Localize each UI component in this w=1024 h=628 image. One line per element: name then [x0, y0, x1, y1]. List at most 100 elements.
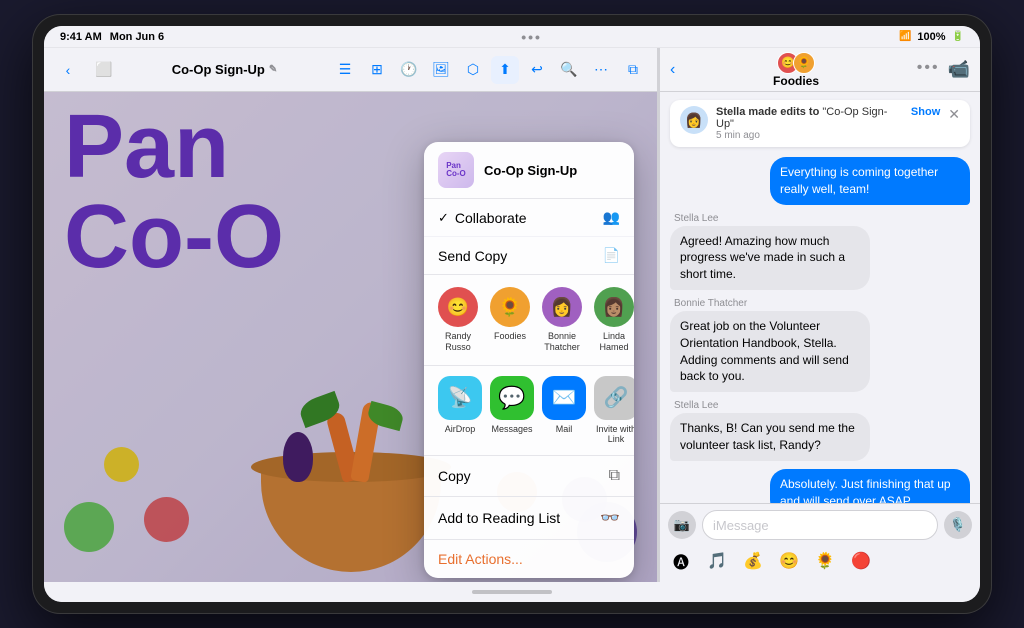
music-icon[interactable]: 🎵 [704, 548, 730, 574]
reading-list-label: Add to Reading List [438, 510, 560, 526]
mail-method[interactable]: ✉️ Mail [542, 376, 586, 446]
avatar-bonnie-circle: 👩 [542, 287, 582, 327]
status-date: Mon Jun 6 [110, 31, 164, 43]
more-icon[interactable]: ⋯ [587, 56, 615, 84]
battery-text: 100% [917, 31, 945, 43]
status-time: 9:41 AM [60, 31, 102, 43]
messages-content[interactable]: 👩 Stella made edits to "Co-Op Sign-Up" 5… [660, 92, 980, 503]
edit-actions[interactable]: Edit Actions... [424, 540, 634, 578]
msg-sender-2: Stella Lee [670, 213, 722, 224]
popup-header: PanCo-O Co-Op Sign-Up [424, 142, 634, 199]
msg-sender-3: Bonnie Thatcher [670, 298, 751, 309]
messages-method[interactable]: 💬 Messages [490, 376, 534, 446]
messages-toolbar: ‹ 😊 🌻 Foodies ••• 📹 [660, 48, 980, 92]
image-icon[interactable]: 🖼 [427, 56, 455, 84]
back-button[interactable]: ‹ [54, 56, 82, 84]
doc-title-toolbar: Co-Op Sign-Up ✎ [126, 62, 323, 77]
message-placeholder: iMessage [713, 518, 769, 533]
toolbar-icons: ☰ ⊞ 🕐 🖼 ⬡ ⬆ ↩ 🔍 ⋯ ⧉ [331, 56, 647, 84]
search-icon[interactable]: 🔍 [555, 56, 583, 84]
battery-icon: 🔋 [952, 31, 964, 42]
mic-button[interactable]: 🎙️ [944, 511, 972, 539]
sidebar-icon[interactable]: ⧉ [619, 56, 647, 84]
link-icon: 🔗 [594, 376, 634, 420]
avatars-row: 😊 Randy Russo 🌻 Foodies 👩 Bonnie Thatche… [424, 275, 634, 366]
edited-badge: ✎ [269, 64, 277, 75]
msg-bubble-2: Agreed! Amazing how much progress we've … [670, 226, 870, 290]
share-methods: 📡 AirDrop 💬 Messages ✉️ Mail [424, 366, 634, 457]
popup-collab-section: ✓ Collaborate 👥 Send Copy 📄 [424, 199, 634, 275]
avatar-foodies-circle: 🌻 [490, 287, 530, 327]
clock-icon[interactable]: 🕐 [395, 56, 423, 84]
grid-icon[interactable]: ⊞ [363, 56, 391, 84]
link-label: Invite with Link [594, 424, 634, 446]
sticker-icon[interactable]: 🔴 [848, 548, 874, 574]
share-icon[interactable]: ⬆ [491, 56, 519, 84]
msg-input-row: 📷 iMessage 🎙️ [668, 510, 972, 540]
avatar-randy[interactable]: 😊 Randy Russo [438, 287, 478, 353]
avatar-bonnie[interactable]: 👩 Bonnie Thatcher [542, 287, 582, 353]
format-icon[interactable]: ☰ [331, 56, 359, 84]
reading-list-icon: 👓 [600, 508, 620, 528]
home-indicator [472, 590, 552, 594]
group-avatars: 😊 🌻 [780, 52, 812, 74]
messages-input-area: 📷 iMessage 🎙️ 🅐 🎵 💰 😊 🌻 🔴 [660, 503, 980, 582]
avatar-bonnie-name: Bonnie Thatcher [542, 331, 582, 353]
messages-back-button[interactable]: ‹ [670, 61, 675, 79]
avatar-linda[interactable]: 👩🏽 Linda Hamed [594, 287, 634, 353]
notification-close-button[interactable]: ✕ [948, 106, 960, 123]
reading-list-row[interactable]: Add to Reading List 👓 [424, 497, 634, 540]
ipad-frame: 9:41 AM Mon Jun 6 ••• 📶 100% 🔋 ‹ ⬜ Co-Op… [32, 14, 992, 614]
group-avatar-2: 🌻 [793, 52, 815, 74]
app-store-icon[interactable]: 🅐 [668, 548, 694, 574]
home-indicator-area [44, 582, 980, 602]
send-copy-item[interactable]: Send Copy 📄 [424, 237, 634, 274]
undo-icon[interactable]: ↩ [523, 56, 551, 84]
checkmark-icon: ✓ [438, 210, 449, 226]
collaborate-item[interactable]: ✓ Collaborate 👥 [424, 199, 634, 237]
memoji-icon1[interactable]: 😊 [776, 548, 802, 574]
notification-show-button[interactable]: Show [911, 106, 940, 118]
avatar-randy-circle: 😊 [438, 287, 478, 327]
notification-text: Stella made edits to "Co-Op Sign-Up" 5 m… [716, 106, 903, 141]
popup-doc-title: Co-Op Sign-Up [484, 163, 577, 178]
msg-row-3: Bonnie Thatcher Great job on the Volunte… [670, 298, 970, 392]
shape-icon[interactable]: ⬡ [459, 56, 487, 84]
msg-row-2: Stella Lee Agreed! Amazing how much prog… [670, 213, 970, 290]
notification-bar: 👩 Stella made edits to "Co-Op Sign-Up" 5… [670, 100, 970, 147]
msg-row-1: Everything is coming together really wel… [670, 157, 970, 205]
group-name: Foodies [773, 74, 819, 88]
link-method[interactable]: 🔗 Invite with Link [594, 376, 634, 446]
avatar-randy-name: Randy Russo [438, 331, 478, 353]
airdrop-method[interactable]: 📡 AirDrop [438, 376, 482, 446]
memoji-icon2[interactable]: 🌻 [812, 548, 838, 574]
avatar-linda-name: Linda Hamed [594, 331, 634, 353]
msg-row-4: Stella Lee Thanks, B! Can you send me th… [670, 400, 970, 461]
notif-avatar: 👩 [680, 106, 708, 134]
msg-apps-row: 🅐 🎵 💰 😊 🌻 🔴 [668, 546, 972, 576]
status-right: 📶 100% 🔋 [899, 31, 964, 43]
cash-icon[interactable]: 💰 [740, 548, 766, 574]
left-panel: ‹ ⬜ Co-Op Sign-Up ✎ ☰ ⊞ 🕐 🖼 ⬡ ⬆ ↩ � [44, 48, 657, 582]
camera-button[interactable]: 📷 [668, 511, 696, 539]
copy-row[interactable]: Copy ⧉ [424, 456, 634, 497]
main-area: ‹ ⬜ Co-Op Sign-Up ✎ ☰ ⊞ 🕐 🖼 ⬡ ⬆ ↩ � [44, 48, 980, 582]
msg-bubble-1: Everything is coming together really wel… [770, 157, 970, 205]
notif-time: 5 min ago [716, 130, 903, 141]
airdrop-icon: 📡 [438, 376, 482, 420]
share-popup: PanCo-O Co-Op Sign-Up ✓ Collaborate [424, 142, 634, 578]
avatar-foodies-name: Foodies [494, 331, 526, 342]
doc-view-button[interactable]: ⬜ [90, 56, 118, 84]
notif-title: Stella made edits to [716, 106, 822, 118]
message-input[interactable]: iMessage [702, 510, 938, 540]
doc-title-text: Co-Op Sign-Up [172, 62, 265, 77]
status-dots: ••• [521, 29, 542, 45]
facetime-icon[interactable]: 📹 [948, 59, 970, 80]
messages-group-info: 😊 🌻 Foodies [683, 52, 908, 88]
popup-doc-icon: PanCo-O [438, 152, 474, 188]
status-bar: 9:41 AM Mon Jun 6 ••• 📶 100% 🔋 [44, 26, 980, 48]
avatar-foodies[interactable]: 🌻 Foodies [490, 287, 530, 353]
msg-more-icon[interactable]: ••• [917, 59, 940, 80]
doc-background: Pan Co-O [44, 92, 657, 582]
collaborate-label: Collaborate [455, 210, 527, 226]
